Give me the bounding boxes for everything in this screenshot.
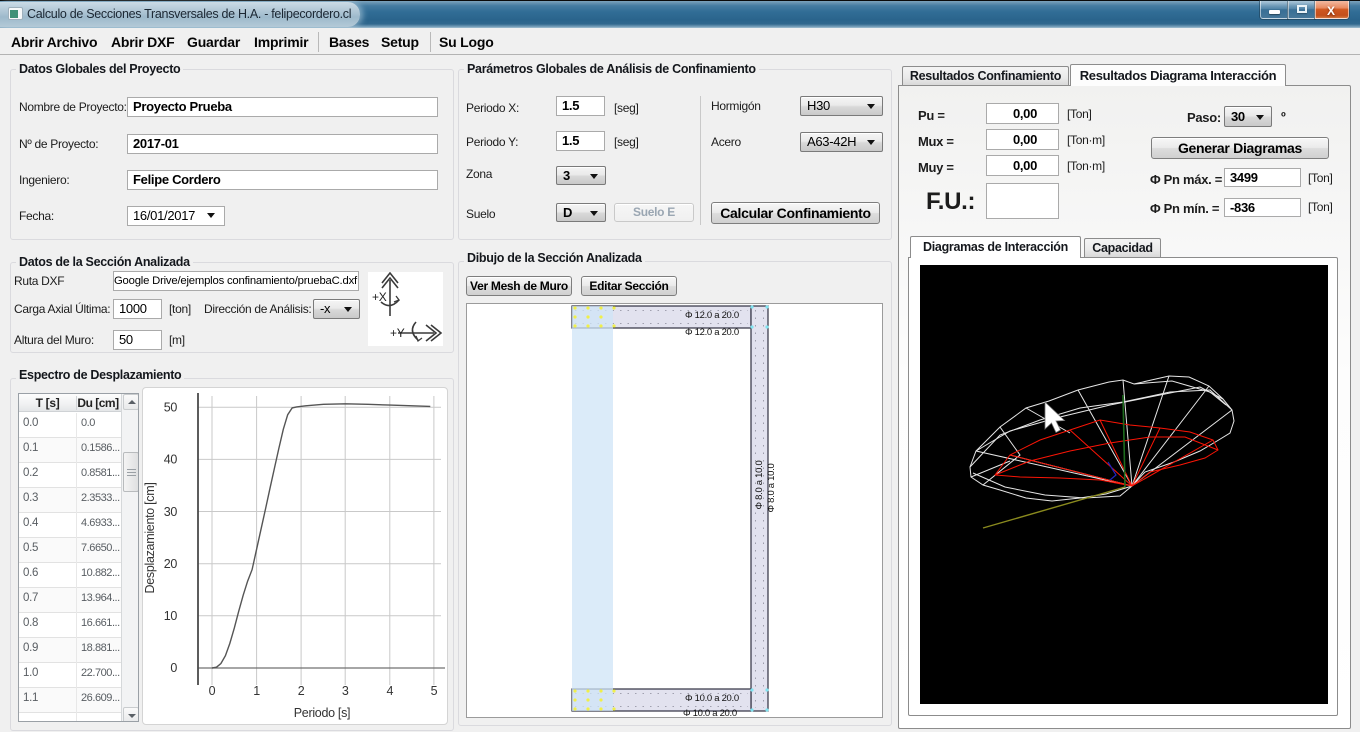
svg-text:3: 3 (342, 684, 349, 698)
svg-text:5: 5 (431, 684, 438, 698)
svg-text:Φ 10.0 a 20.0: Φ 10.0 a 20.0 (685, 693, 739, 704)
svg-text:Φ 8.0 a 10.0: Φ 8.0 a 10.0 (754, 461, 765, 510)
svg-text:2: 2 (298, 684, 305, 698)
svg-text:20: 20 (164, 557, 178, 571)
svg-text:0: 0 (209, 684, 216, 698)
svg-text:Φ 8.0 a 10.0: Φ 8.0 a 10.0 (766, 464, 777, 513)
svg-text:+X: +X (372, 290, 387, 304)
svg-text:50: 50 (164, 401, 178, 415)
svg-text:Periodo [s]: Periodo [s] (294, 706, 350, 720)
svg-text:30: 30 (164, 505, 178, 519)
svg-text:1: 1 (253, 684, 260, 698)
svg-text:+Y: +Y (390, 326, 405, 340)
svg-text:Φ 12.0 a 20.0: Φ 12.0 a 20.0 (685, 327, 739, 338)
svg-text:4: 4 (386, 684, 393, 698)
svg-text:Φ 12.0 a 20.0: Φ 12.0 a 20.0 (685, 310, 739, 321)
svg-text:Desplazamiento [cm]: Desplazamiento [cm] (143, 482, 157, 593)
svg-text:40: 40 (164, 453, 178, 467)
svg-text:Φ 10.0 a 20.0: Φ 10.0 a 20.0 (683, 708, 737, 717)
svg-text:10: 10 (164, 609, 178, 623)
svg-text:0: 0 (170, 661, 177, 675)
